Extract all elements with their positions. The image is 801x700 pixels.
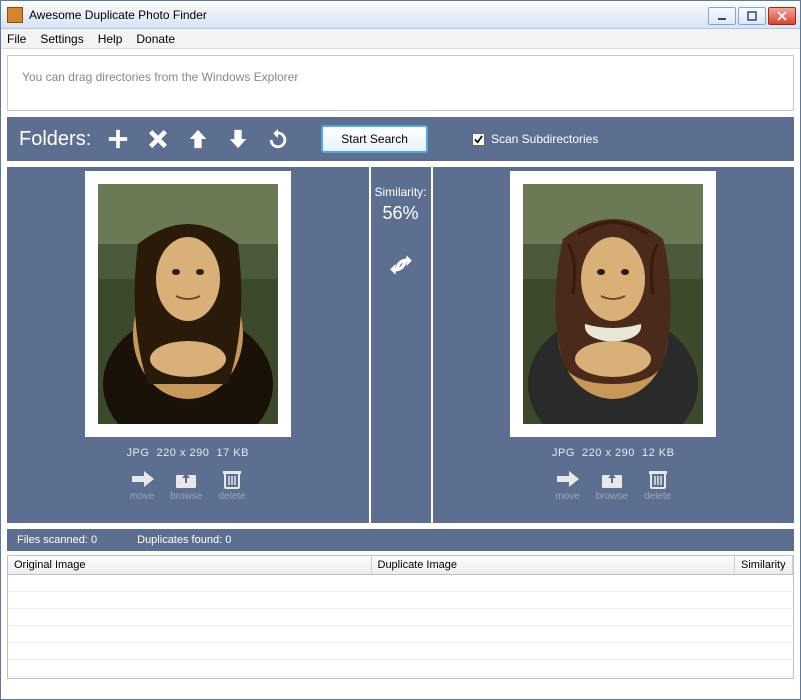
menu-file[interactable]: File bbox=[7, 32, 26, 46]
files-scanned: Files scanned: 0 bbox=[17, 534, 97, 546]
swap-icon bbox=[388, 252, 414, 278]
column-original[interactable]: Original Image bbox=[8, 556, 372, 574]
right-move-button[interactable]: move bbox=[555, 469, 579, 502]
folders-label: Folders: bbox=[19, 128, 91, 151]
scan-subdirectories-checkbox[interactable] bbox=[472, 133, 485, 146]
folder-dropzone[interactable]: You can drag directories from the Window… bbox=[7, 55, 794, 111]
column-duplicate[interactable]: Duplicate Image bbox=[372, 556, 736, 574]
right-pane: JPG 220 x 290 12 KB move browse delete bbox=[431, 167, 795, 523]
minimize-button[interactable] bbox=[708, 7, 736, 25]
left-pane: JPG 220 x 290 17 KB move browse delete bbox=[7, 167, 371, 523]
results-header: Original Image Duplicate Image Similarit… bbox=[7, 555, 794, 575]
right-actions: move browse delete bbox=[555, 469, 671, 502]
maximize-button[interactable] bbox=[738, 7, 766, 25]
right-browse-button[interactable]: browse bbox=[596, 469, 628, 502]
trash-icon bbox=[220, 469, 244, 489]
table-row bbox=[8, 592, 793, 609]
left-dimensions: 220 x 290 bbox=[157, 447, 210, 459]
trash-icon bbox=[646, 469, 670, 489]
menu-help[interactable]: Help bbox=[98, 32, 123, 46]
menu-donate[interactable]: Donate bbox=[136, 32, 175, 46]
comparison-panel: JPG 220 x 290 17 KB move browse delete S… bbox=[7, 167, 794, 523]
move-up-icon[interactable] bbox=[187, 128, 209, 150]
folder-up-icon bbox=[174, 469, 198, 489]
left-delete-label: delete bbox=[218, 491, 245, 502]
left-image-preview bbox=[98, 184, 278, 424]
toolbar: Folders: Start Search Scan Subdirectorie… bbox=[7, 117, 794, 161]
folder-tool-icons bbox=[107, 128, 289, 150]
right-delete-label: delete bbox=[644, 491, 671, 502]
left-image-meta: JPG 220 x 290 17 KB bbox=[127, 447, 249, 459]
statusbar: Files scanned: 0 Duplicates found: 0 bbox=[7, 529, 794, 551]
column-similarity[interactable]: Similarity bbox=[735, 556, 793, 574]
right-image-meta: JPG 220 x 290 12 KB bbox=[552, 447, 674, 459]
table-row bbox=[8, 660, 793, 677]
arrow-right-icon bbox=[555, 469, 579, 489]
titlebar: Awesome Duplicate Photo Finder bbox=[1, 1, 800, 29]
app-window: Awesome Duplicate Photo Finder File Sett… bbox=[0, 0, 801, 700]
table-row bbox=[8, 643, 793, 660]
left-image-frame[interactable] bbox=[85, 171, 291, 437]
similarity-column: Similarity: 56% bbox=[371, 167, 431, 523]
add-folder-icon[interactable] bbox=[107, 128, 129, 150]
similarity-value: 56% bbox=[382, 203, 418, 224]
right-filesize: 12 KB bbox=[642, 447, 674, 459]
table-row bbox=[8, 626, 793, 643]
window-buttons bbox=[708, 5, 800, 25]
folder-up-icon bbox=[600, 469, 624, 489]
right-move-label: move bbox=[555, 491, 579, 502]
left-move-button[interactable]: move bbox=[130, 469, 154, 502]
dropzone-hint: You can drag directories from the Window… bbox=[22, 70, 298, 84]
menubar: File Settings Help Donate bbox=[1, 29, 800, 49]
remove-folder-icon[interactable] bbox=[147, 128, 169, 150]
left-actions: move browse delete bbox=[130, 469, 246, 502]
similarity-label: Similarity: bbox=[374, 185, 426, 199]
right-format: JPG bbox=[552, 447, 575, 459]
table-row bbox=[8, 575, 793, 592]
right-image-preview bbox=[523, 184, 703, 424]
scan-subdirectories-option[interactable]: Scan Subdirectories bbox=[472, 132, 598, 146]
right-image-frame[interactable] bbox=[510, 171, 716, 437]
left-format: JPG bbox=[127, 447, 150, 459]
results-grid[interactable] bbox=[7, 575, 794, 679]
left-delete-button[interactable]: delete bbox=[218, 469, 245, 502]
right-delete-button[interactable]: delete bbox=[644, 469, 671, 502]
reload-icon[interactable] bbox=[267, 128, 289, 150]
close-button[interactable] bbox=[768, 7, 796, 25]
menu-settings[interactable]: Settings bbox=[40, 32, 83, 46]
table-row bbox=[8, 609, 793, 626]
arrow-right-icon bbox=[130, 469, 154, 489]
left-filesize: 17 KB bbox=[217, 447, 249, 459]
left-browse-button[interactable]: browse bbox=[170, 469, 202, 502]
window-title: Awesome Duplicate Photo Finder bbox=[29, 8, 708, 22]
right-browse-label: browse bbox=[596, 491, 628, 502]
duplicates-found: Duplicates found: 0 bbox=[137, 534, 231, 546]
scan-subdirectories-label: Scan Subdirectories bbox=[491, 132, 598, 146]
swap-button[interactable] bbox=[388, 252, 414, 283]
left-browse-label: browse bbox=[170, 491, 202, 502]
move-down-icon[interactable] bbox=[227, 128, 249, 150]
app-icon bbox=[7, 7, 23, 23]
left-move-label: move bbox=[130, 491, 154, 502]
right-dimensions: 220 x 290 bbox=[582, 447, 635, 459]
start-search-button[interactable]: Start Search bbox=[321, 125, 428, 153]
